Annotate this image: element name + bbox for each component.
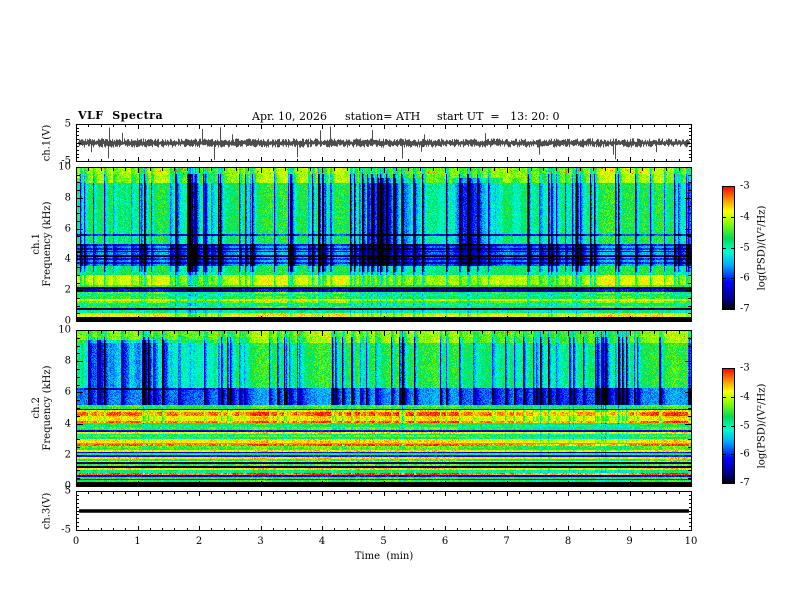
time-axis-tick-label: 9 — [626, 536, 632, 547]
frequency-axis-tick-label: 4 — [65, 254, 71, 265]
frequency-axis-tick-label: 8 — [65, 192, 71, 203]
header-station: station= ATH — [345, 110, 420, 123]
colorbar-tick-label: -6 — [740, 449, 750, 460]
frequency-axis-tick-label: 2 — [65, 285, 71, 296]
colorbar-tick-label: -7 — [740, 304, 750, 315]
frequency-axis-tick-label: 10 — [58, 325, 71, 336]
time-axis-tick-label: 2 — [196, 536, 202, 547]
colorbar1-axis-label: log(PSD)/(V²/Hz) — [757, 206, 768, 291]
figure-title: VLF Spectra — [78, 109, 163, 122]
vlf-spectra-figure: VLF Spectra Apr. 10, 2026 station= ATH s… — [0, 0, 792, 612]
header-date: Apr. 10, 2026 — [252, 110, 327, 123]
voltage-axis-tick-label: -5 — [61, 156, 71, 167]
frequency-axis-tick-label: 2 — [65, 449, 71, 460]
colorbar-tick-label: -7 — [740, 478, 750, 489]
time-axis-tick-label: 0 — [73, 536, 79, 547]
ch1-frequency-axis-label: ch.1 Frequency (kHz) — [31, 201, 53, 286]
ch3-voltage-axis-text: ch.3(V) — [42, 493, 53, 530]
ch1-spectrogram-panel — [76, 167, 692, 322]
ch3-voltage-axis-label: ch.3(V) — [42, 493, 53, 530]
ch1-frequency-axis-line1: ch.1 — [31, 201, 42, 286]
frequency-axis-tick-label: 6 — [65, 223, 71, 234]
time-axis-tick-label: 6 — [442, 536, 448, 547]
time-axis-tick-label: 3 — [257, 536, 263, 547]
colorbar-tick-label: -4 — [740, 211, 750, 222]
time-axis-tick-label: 8 — [565, 536, 571, 547]
time-axis-label: Time (min) — [355, 551, 414, 562]
colorbar1-axis-text: log(PSD)/(V²/Hz) — [757, 206, 768, 291]
voltage-axis-tick-label: 5 — [65, 486, 71, 497]
ch3-waveform-panel — [76, 491, 692, 531]
ch1-frequency-axis-line2: Frequency (kHz) — [42, 201, 53, 286]
ch2-spectrogram-panel — [76, 330, 692, 487]
time-axis-tick-label: 4 — [319, 536, 325, 547]
ch2-frequency-axis-line1: ch.2 — [31, 365, 42, 450]
colorbar-tick-label: -5 — [740, 420, 750, 431]
time-axis-tick-label: 1 — [134, 536, 140, 547]
ch2-frequency-axis-label: ch.2 Frequency (kHz) — [31, 365, 53, 450]
time-axis-tick-label: 10 — [685, 536, 698, 547]
frequency-axis-tick-label: 8 — [65, 356, 71, 367]
time-axis-tick-label: 7 — [503, 536, 509, 547]
ch1-voltage-axis-label: ch.1(V) — [42, 125, 53, 162]
colorbar-tick-label: -6 — [740, 273, 750, 284]
colorbar-tick-label: -5 — [740, 242, 750, 253]
time-axis-tick-label: 5 — [380, 536, 386, 547]
voltage-axis-tick-label: 5 — [65, 119, 71, 130]
ch2-frequency-axis-line2: Frequency (kHz) — [42, 365, 53, 450]
frequency-axis-tick-label: 6 — [65, 387, 71, 398]
colorbar-tick-label: -3 — [740, 181, 750, 192]
colorbar2-axis-text: log(PSD)/(V²/Hz) — [757, 384, 768, 469]
voltage-axis-tick-label: -5 — [61, 525, 71, 536]
colorbar-ch2 — [722, 368, 735, 484]
ch1-voltage-axis-text: ch.1(V) — [42, 125, 53, 162]
frequency-axis-tick-label: 4 — [65, 418, 71, 429]
ch1-waveform-panel — [76, 124, 692, 162]
header-start-ut: start UT = 13: 20: 0 — [437, 110, 560, 123]
colorbar2-axis-label: log(PSD)/(V²/Hz) — [757, 384, 768, 469]
colorbar-tick-label: -3 — [740, 363, 750, 374]
colorbar-tick-label: -4 — [740, 391, 750, 402]
colorbar-ch1 — [722, 186, 735, 310]
